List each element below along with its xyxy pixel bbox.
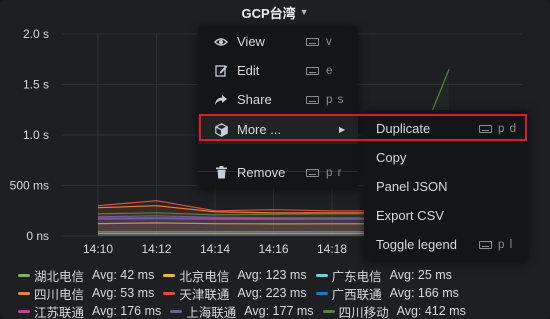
keyboard-icon <box>479 241 492 249</box>
legend-row: 江苏联通 Avg: 176 ms 上海联通 Avg: 177 ms 四川移动 A… <box>18 302 538 319</box>
panel-title-menu[interactable]: GCP台湾 ▼ <box>241 3 308 22</box>
menu-label: Copy <box>376 150 407 165</box>
y-tick-label: 0 ns <box>26 229 49 243</box>
legend-item[interactable]: 湖北电信 Avg: 42 ms <box>18 266 154 285</box>
menu-label: Duplicate <box>376 121 431 136</box>
keyboard-icon <box>479 125 492 133</box>
menu-label: Share <box>237 92 272 107</box>
menu-label: More ... <box>237 122 282 137</box>
legend-series-name: 广东电信 <box>331 269 382 284</box>
x-tick-label: 14:10 <box>83 242 113 256</box>
cube-icon <box>214 122 228 137</box>
legend-swatch <box>18 273 30 277</box>
x-tick-label: 14:18 <box>317 242 347 256</box>
legend: 湖北电信 Avg: 42 ms 北京电信 Avg: 123 ms 广东电信 Av… <box>18 266 538 319</box>
menu-label: Panel JSON <box>376 179 448 194</box>
trash-icon <box>214 166 228 180</box>
menu-shortcut: p s <box>326 93 345 106</box>
legend-item[interactable]: 江苏联通 Avg: 176 ms <box>18 302 161 319</box>
legend-swatch <box>18 291 30 295</box>
chevron-right-icon: ▶ <box>339 125 346 134</box>
legend-swatch <box>163 273 176 277</box>
y-tick-label: 2.0 s <box>23 27 49 41</box>
legend-swatch <box>315 273 328 277</box>
legend-avg: Avg: 412 ms <box>396 304 466 318</box>
legend-series-name: 四川移动 <box>338 305 389 319</box>
menu-shortcut: p d <box>498 122 517 135</box>
legend-item[interactable]: 广西联通 Avg: 166 ms <box>315 284 459 303</box>
menu-label: Edit <box>237 63 260 78</box>
menu-item-view[interactable]: View v <box>198 27 358 56</box>
y-tick-label: 1.5 s <box>23 78 49 92</box>
panel-title: GCP台湾 <box>241 5 296 21</box>
legend-item[interactable]: 四川电信 Avg: 53 ms <box>18 284 154 303</box>
submenu-item-export-csv[interactable]: Export CSV <box>364 201 528 230</box>
more-submenu: Duplicate p d Copy Panel JSON Export CSV… <box>364 110 528 260</box>
panel-header: GCP台湾 ▼ <box>0 0 550 24</box>
legend-swatch <box>170 309 183 313</box>
legend-series-name: 湖北电信 <box>34 269 85 284</box>
legend-swatch <box>315 291 328 295</box>
legend-avg: Avg: 176 ms <box>92 304 162 318</box>
legend-avg: Avg: 53 ms <box>92 286 155 300</box>
legend-series-name: 四川电信 <box>34 287 85 302</box>
legend-avg: Avg: 177 ms <box>244 304 314 318</box>
menu-shortcut: p r <box>326 166 343 179</box>
edit-icon <box>214 64 228 78</box>
y-tick-label: 1.0 s <box>23 128 49 142</box>
share-icon <box>214 93 228 107</box>
menu-item-share[interactable]: Share p s <box>198 85 358 114</box>
x-tick-label: 14:12 <box>141 242 171 256</box>
submenu-item-panel-json[interactable]: Panel JSON <box>364 172 528 201</box>
y-tick-label: 500 ms <box>10 179 49 193</box>
keyboard-icon <box>306 96 319 104</box>
legend-avg: Avg: 166 ms <box>389 286 459 300</box>
legend-avg: Avg: 123 ms <box>237 268 307 282</box>
legend-avg: Avg: 42 ms <box>92 268 155 282</box>
eye-icon <box>214 35 228 49</box>
legend-row: 四川电信 Avg: 53 ms 天津联通 Avg: 223 ms 广西联通 Av… <box>18 284 538 302</box>
legend-series-name: 江苏联通 <box>34 305 85 319</box>
legend-series-name: 上海联通 <box>186 305 237 319</box>
menu-shortcut: p l <box>498 238 514 251</box>
legend-item[interactable]: 四川移动 Avg: 412 ms <box>322 302 466 319</box>
submenu-item-duplicate[interactable]: Duplicate p d <box>364 114 528 143</box>
legend-item[interactable]: 上海联通 Avg: 177 ms <box>170 302 314 319</box>
legend-row: 湖北电信 Avg: 42 ms 北京电信 Avg: 123 ms 广东电信 Av… <box>18 266 538 284</box>
x-tick-label: 14:14 <box>200 242 230 256</box>
legend-swatch <box>163 291 176 295</box>
legend-avg: Avg: 25 ms <box>389 268 452 282</box>
x-tick-label: 14:16 <box>258 242 288 256</box>
menu-shortcut: v <box>326 35 333 48</box>
keyboard-icon <box>306 38 319 46</box>
menu-shortcut: e <box>326 64 334 77</box>
legend-avg: Avg: 223 ms <box>237 286 307 300</box>
menu-label: Export CSV <box>376 208 444 223</box>
legend-series-name: 天津联通 <box>179 287 230 302</box>
menu-item-remove[interactable]: Remove p r <box>198 158 358 187</box>
keyboard-icon <box>306 67 319 75</box>
legend-series-name: 广西联通 <box>331 287 382 302</box>
submenu-item-toggle-legend[interactable]: Toggle legend p l <box>364 230 528 259</box>
legend-series-name: 北京电信 <box>179 269 230 284</box>
menu-label: Remove <box>237 165 286 180</box>
submenu-item-copy[interactable]: Copy <box>364 143 528 172</box>
legend-swatch <box>18 309 30 313</box>
keyboard-icon <box>306 169 319 177</box>
legend-swatch <box>322 309 335 313</box>
caret-down-icon: ▼ <box>299 7 309 17</box>
menu-item-more[interactable]: More ... ▶ <box>198 115 358 144</box>
menu-item-edit[interactable]: Edit e <box>198 56 358 85</box>
legend-item[interactable]: 北京电信 Avg: 123 ms <box>163 266 307 285</box>
panel-menu: View v Edit e Share p s More ... ▶ Remov… <box>198 26 358 188</box>
menu-label: Toggle legend <box>376 237 457 252</box>
legend-item[interactable]: 广东电信 Avg: 25 ms <box>315 266 452 285</box>
menu-label: View <box>237 34 265 49</box>
legend-item[interactable]: 天津联通 Avg: 223 ms <box>163 284 307 303</box>
